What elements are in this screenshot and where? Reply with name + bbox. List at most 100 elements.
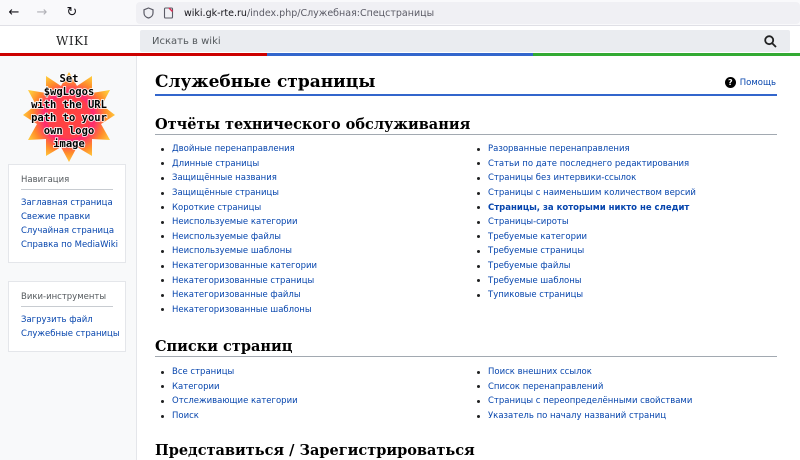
- search-box: [140, 30, 790, 52]
- list-item: Защищённые названия: [157, 171, 317, 186]
- back-button[interactable]: ←: [3, 2, 25, 24]
- bullet: [161, 249, 164, 253]
- special-page-link[interactable]: Некатегоризованные категории: [172, 261, 317, 271]
- special-page-link[interactable]: Требуемые категории: [488, 232, 587, 242]
- list-item: Указатель по началу названий страниц: [473, 409, 692, 424]
- list-item: Некатегоризованные категории: [157, 259, 317, 274]
- special-page-link[interactable]: Защищённые страницы: [172, 188, 279, 198]
- forward-button[interactable]: →: [31, 2, 53, 24]
- list-item: Страницы с переопределёнными свойствами: [473, 394, 692, 409]
- sidebar-item-main-page[interactable]: Заглавная страница: [21, 196, 113, 210]
- special-page-link[interactable]: Указатель по началу названий страниц: [488, 411, 666, 421]
- special-page-link[interactable]: Двойные перенаправления: [172, 144, 295, 154]
- special-page-link[interactable]: Статьи по дате последнего редактирования: [488, 159, 689, 169]
- list-item: Страницы без интервики-ссылок: [473, 171, 696, 186]
- special-page-link[interactable]: Защищённые названия: [172, 173, 277, 183]
- url-path: /index.php/Служебная:Спецстраницы: [246, 7, 435, 19]
- help-link[interactable]: ? Помощь: [724, 77, 776, 88]
- special-page-link[interactable]: Отслеживающие категории: [172, 396, 298, 406]
- site-logo[interactable]: Set $wgLogos with the URL path to your o…: [22, 70, 116, 164]
- bullet: [161, 235, 164, 239]
- special-page-link[interactable]: Страницы с наименьшим количеством версий: [488, 188, 696, 198]
- special-page-link[interactable]: Неиспользуемые категории: [172, 217, 298, 227]
- special-page-link[interactable]: Требуемые шаблоны: [488, 276, 582, 286]
- search-icon: [763, 34, 777, 48]
- maintenance-list-left: Двойные перенаправления Длинные страницы…: [157, 142, 317, 317]
- list-item: Защищённые страницы: [157, 186, 317, 201]
- special-page-link[interactable]: Тупиковые страницы: [488, 290, 583, 300]
- bullet: [161, 370, 164, 374]
- bullet: [477, 191, 480, 195]
- main-content: Служебные страницы ? Помощь Отчёты техни…: [136, 56, 800, 460]
- list-item: Все страницы: [157, 365, 298, 380]
- maintenance-list-right: Разорванные перенаправления Статьи по да…: [473, 142, 696, 303]
- page-info-icon[interactable]: [160, 5, 176, 21]
- wiki-wordmark[interactable]: WIKI: [56, 34, 89, 48]
- special-page-link[interactable]: Неиспользуемые шаблоны: [172, 246, 292, 256]
- help-label: Помощь: [739, 77, 776, 88]
- bullet: [161, 191, 164, 195]
- svg-text:image: image: [53, 138, 85, 150]
- sidebar-item-recent-changes[interactable]: Свежие правки: [21, 210, 113, 224]
- list-item: Некатегоризованные шаблоны: [157, 303, 317, 318]
- reload-icon: ↻: [66, 5, 78, 20]
- page-lists-right: Поиск внешних ссылок Список перенаправле…: [473, 365, 692, 423]
- sidebar-item-random-page[interactable]: Случайная страница: [21, 224, 114, 238]
- shield-icon[interactable]: [140, 5, 156, 21]
- special-page-link[interactable]: Длинные страницы: [172, 159, 259, 169]
- special-page-link[interactable]: Страницы без интервики-ссылок: [488, 173, 636, 183]
- list-item: Категории: [157, 380, 298, 395]
- special-page-link[interactable]: Требуемые страницы: [488, 246, 584, 256]
- reload-button[interactable]: ↻: [61, 2, 83, 24]
- special-page-link[interactable]: Поиск внешних ссылок: [488, 367, 592, 377]
- page-title: Служебные страницы: [155, 72, 376, 92]
- section-title-page-lists: Списки страниц: [155, 338, 293, 355]
- bullet: [161, 399, 164, 403]
- bullet: [477, 176, 480, 180]
- bullet: [477, 264, 480, 268]
- special-page-link[interactable]: Страницы с переопределёнными свойствами: [488, 396, 692, 406]
- svg-text:$wgLogos: $wgLogos: [44, 86, 95, 98]
- list-item: Страницы-сироты: [473, 215, 696, 230]
- list-item: Некатегоризованные файлы: [157, 288, 317, 303]
- list-item: Требуемые файлы: [473, 259, 696, 274]
- special-page-link[interactable]: Некатегоризованные шаблоны: [172, 305, 312, 315]
- url-text[interactable]: wiki.gk-rte.ru/index.php/Служебная:Спецс…: [184, 8, 434, 19]
- section-divider: [155, 134, 777, 135]
- sidebar-item-mediawiki-help[interactable]: Справка по MediaWiki: [21, 238, 118, 252]
- section-divider: [155, 356, 777, 357]
- special-page-link[interactable]: Требуемые файлы: [488, 261, 571, 271]
- svg-text:Set: Set: [60, 73, 79, 85]
- bullet: [477, 414, 480, 418]
- list-item: Разорванные перенаправления: [473, 142, 696, 157]
- special-page-link[interactable]: Поиск: [172, 411, 199, 421]
- sidebar-item-upload-file[interactable]: Загрузить файл: [21, 313, 113, 327]
- help-icon: ?: [724, 77, 736, 88]
- bullet: [161, 162, 164, 166]
- special-page-link[interactable]: Категории: [172, 382, 220, 392]
- list-item: Поиск: [157, 409, 298, 424]
- search-button[interactable]: [762, 33, 778, 49]
- bullet: [161, 293, 164, 297]
- list-item: Короткие страницы: [157, 200, 317, 215]
- special-page-link[interactable]: Неиспользуемые файлы: [172, 232, 281, 242]
- special-page-link[interactable]: Страницы-сироты: [488, 217, 569, 227]
- bullet: [477, 399, 480, 403]
- special-page-link[interactable]: Некатегоризованные файлы: [172, 290, 301, 300]
- special-page-link[interactable]: Все страницы: [172, 367, 234, 377]
- bullet: [477, 147, 480, 151]
- tools-heading: Вики-инструменты: [21, 292, 113, 307]
- list-item: Требуемые шаблоны: [473, 273, 696, 288]
- special-page-link[interactable]: Страницы, за которыми никто не следит: [488, 203, 689, 213]
- special-page-link[interactable]: Некатегоризованные страницы: [172, 276, 314, 286]
- bullet: [161, 414, 164, 418]
- address-bar[interactable]: wiki.gk-rte.ru/index.php/Служебная:Спецс…: [136, 2, 800, 24]
- sidebar-item-special-pages[interactable]: Служебные страницы: [21, 327, 120, 341]
- special-page-link[interactable]: Разорванные перенаправления: [488, 144, 630, 154]
- bullet: [477, 279, 480, 283]
- special-page-link[interactable]: Список перенаправлений: [488, 382, 603, 392]
- svg-text:path to your: path to your: [31, 112, 107, 124]
- title-underline: [155, 94, 777, 96]
- search-input[interactable]: [140, 30, 740, 52]
- special-page-link[interactable]: Короткие страницы: [172, 203, 261, 213]
